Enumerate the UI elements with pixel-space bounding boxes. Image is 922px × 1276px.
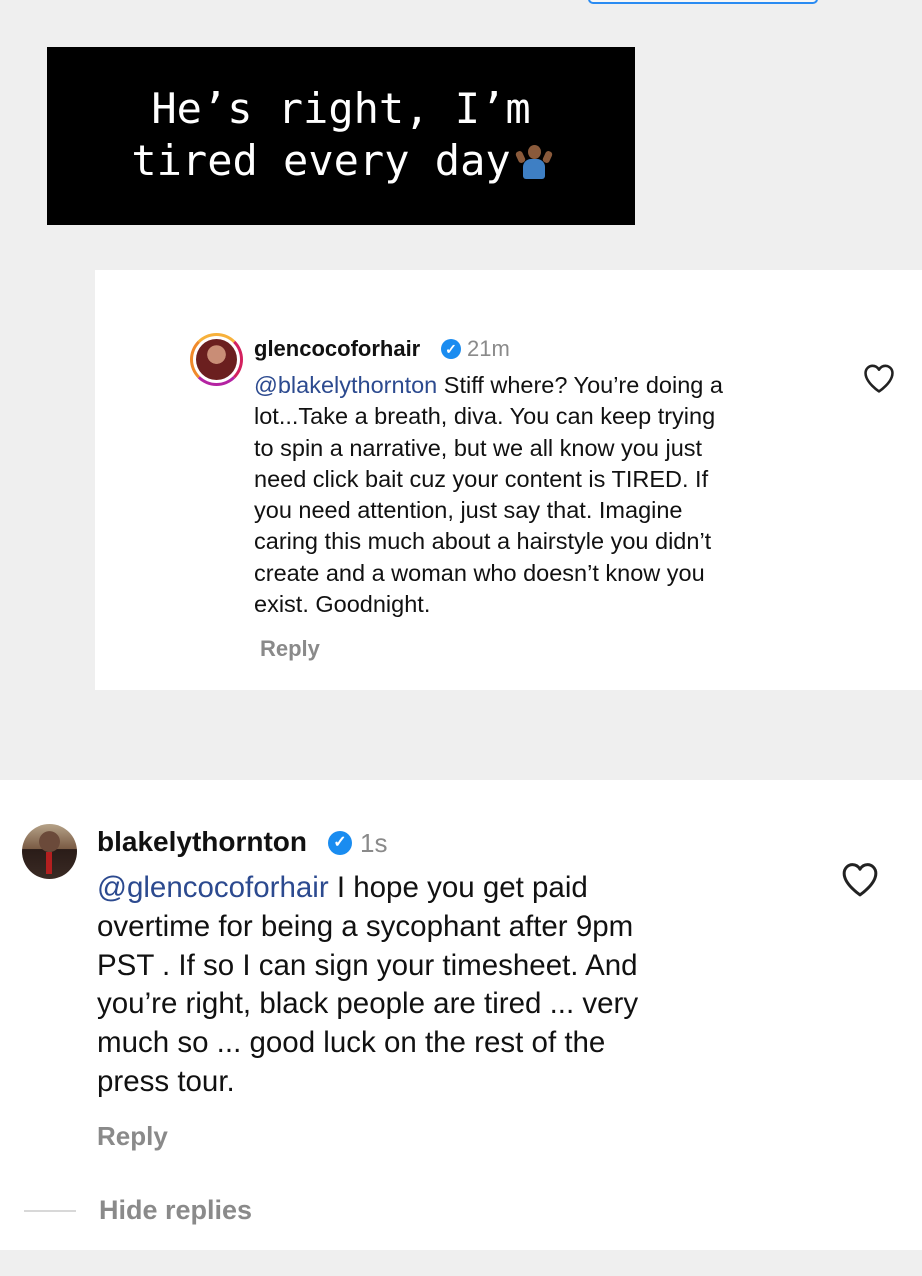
mention-link[interactable]: @glencocoforhair: [97, 871, 329, 904]
comment-2-timestamp: 1s: [360, 828, 388, 858]
caption-line-1: He’s right, I’m: [151, 84, 531, 133]
avatar[interactable]: [190, 333, 243, 386]
top-action-button[interactable]: [588, 0, 818, 4]
hide-replies-button[interactable]: Hide replies: [99, 1195, 252, 1226]
mention-link[interactable]: @blakelythornton: [254, 372, 437, 398]
reply-button[interactable]: Reply: [97, 1121, 168, 1152]
caption-line-2: tired every day: [47, 135, 635, 187]
comment-1-timestamp: 21m: [467, 336, 510, 361]
story-caption: He’s right, I’m tired every day: [47, 47, 635, 225]
heart-icon[interactable]: [862, 362, 896, 394]
comment-1-username[interactable]: glencocoforhair: [254, 336, 420, 362]
divider: [24, 1210, 76, 1212]
comment-1-text: @blakelythornton Stiff where? You’re doi…: [254, 372, 723, 618]
comment-2-text: @glencocoforhair I hope you get paid ove…: [97, 871, 639, 1098]
shrug-emoji-icon: [514, 145, 553, 179]
verified-badge-icon: ✓: [441, 339, 461, 359]
verified-badge-icon: ✓: [328, 831, 352, 855]
avatar[interactable]: [22, 824, 77, 879]
comment-2-username[interactable]: blakelythornton: [97, 826, 307, 858]
heart-icon[interactable]: [840, 860, 880, 898]
caption-line-2-text: tired every day: [131, 136, 511, 185]
reply-button[interactable]: Reply: [260, 636, 320, 662]
